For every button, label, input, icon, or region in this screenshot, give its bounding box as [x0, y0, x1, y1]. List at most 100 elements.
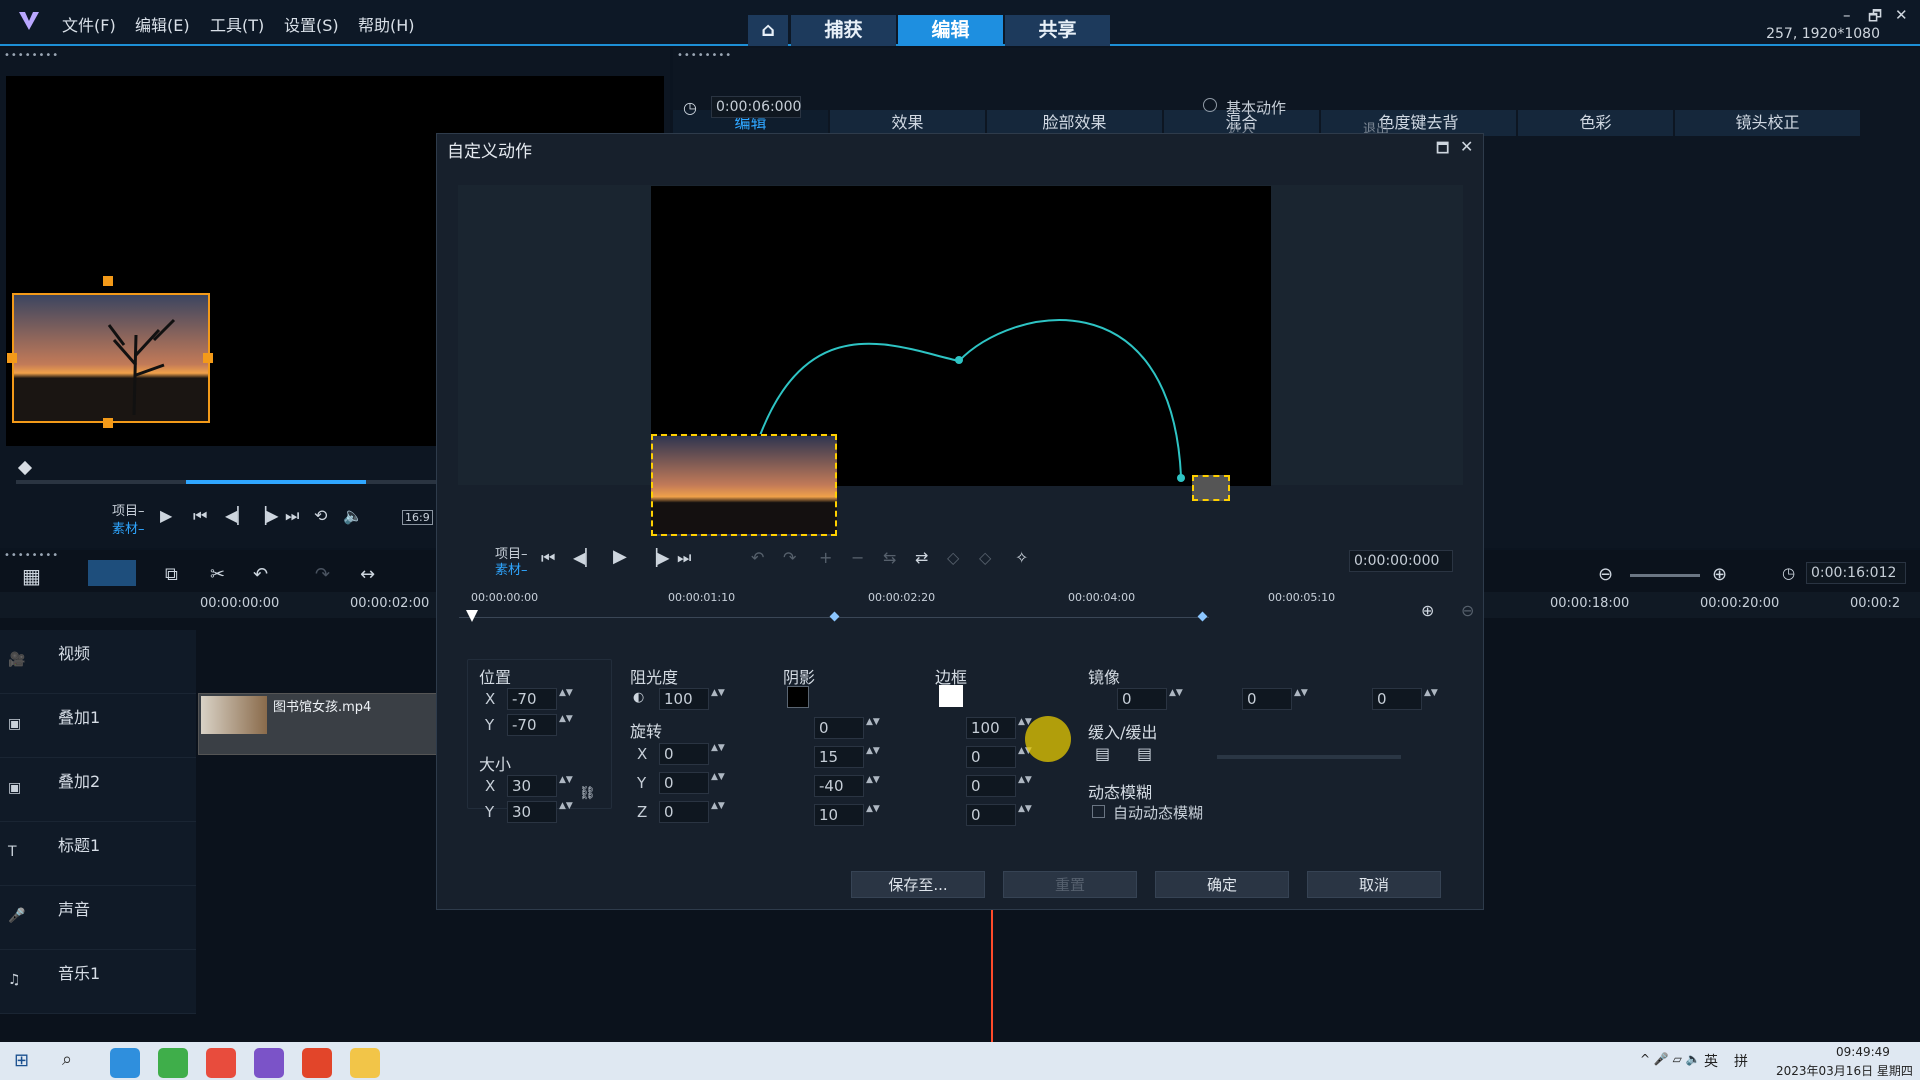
- spin-button[interactable]: ▲▼: [1424, 689, 1438, 709]
- clip-mode-label[interactable]: 素材–: [495, 559, 528, 578]
- spin-button[interactable]: ▲▼: [711, 744, 725, 764]
- videostudio-icon[interactable]: [254, 1048, 284, 1078]
- smooth-path-icon[interactable]: ✧: [1015, 548, 1028, 567]
- storyboard-view-icon[interactable]: ▦: [22, 564, 41, 588]
- spin-button[interactable]: ▲▼: [866, 747, 880, 767]
- duration-field[interactable]: 0:00:06:000: [711, 96, 801, 118]
- close-button[interactable]: ✕: [1895, 6, 1908, 24]
- tab-capture[interactable]: 捕获: [791, 15, 896, 46]
- track-header-overlay2[interactable]: ▣ 叠加2: [0, 758, 196, 822]
- mirror-fade-input[interactable]: 0: [1242, 688, 1292, 710]
- spin-button[interactable]: ▲▼: [1018, 776, 1032, 796]
- menu-edit[interactable]: 编辑(E): [135, 12, 190, 36]
- menu-settings[interactable]: 设置(S): [284, 12, 339, 36]
- close-icon[interactable]: ✕: [1460, 137, 1473, 156]
- prev-keyframe-icon[interactable]: ◇: [947, 548, 959, 567]
- size-y-input[interactable]: 30: [507, 801, 557, 823]
- volume-icon[interactable]: 🔈: [343, 506, 363, 525]
- basic-motion-radio[interactable]: [1203, 98, 1217, 112]
- rotation-x-input[interactable]: 0: [659, 743, 709, 765]
- aspect-ratio-button[interactable]: 16:9: [402, 510, 433, 525]
- panel-grip[interactable]: ••••••••: [677, 50, 732, 61]
- edge-icon[interactable]: [110, 1048, 140, 1078]
- tab-edit[interactable]: 编辑: [898, 15, 1003, 46]
- search-icon[interactable]: ⌕: [62, 1049, 72, 1070]
- go-end-icon[interactable]: ⏭: [677, 548, 691, 568]
- mirror-distance-input[interactable]: 0: [1372, 688, 1422, 710]
- app-icon[interactable]: [206, 1048, 236, 1078]
- prev-frame-icon[interactable]: ◀▏: [573, 548, 598, 567]
- redo-icon[interactable]: ↷: [783, 548, 796, 567]
- spin-button[interactable]: ▲▼: [559, 689, 573, 709]
- remove-keyframe-icon[interactable]: −: [851, 548, 864, 567]
- tab-share[interactable]: 共享: [1005, 15, 1110, 46]
- opacity-input[interactable]: 100: [659, 688, 709, 710]
- minimize-button[interactable]: –: [1843, 6, 1851, 24]
- menu-help[interactable]: 帮助(H): [358, 12, 415, 36]
- size-x-input[interactable]: 30: [507, 775, 557, 797]
- repeat-icon[interactable]: ⟲: [314, 506, 327, 525]
- ease-slider[interactable]: [1217, 755, 1401, 759]
- spin-button[interactable]: ▲▼: [866, 776, 880, 796]
- play-icon[interactable]: ▶: [160, 506, 172, 525]
- app-icon[interactable]: [302, 1048, 332, 1078]
- resize-handle[interactable]: [203, 353, 213, 363]
- maximize-icon[interactable]: 🗖: [1436, 138, 1449, 162]
- clip-mode-label[interactable]: 素材–: [112, 518, 145, 537]
- spin-button[interactable]: ▲▼: [711, 802, 725, 822]
- play-icon[interactable]: ▶: [613, 546, 627, 567]
- position-y-input[interactable]: -70: [507, 714, 557, 736]
- tools-icon[interactable]: ✂: [210, 564, 225, 585]
- panel-grip[interactable]: ••••••••: [4, 550, 59, 561]
- track-header-voice[interactable]: 🎤 声音: [0, 886, 196, 950]
- project-mode-label[interactable]: 项目–: [112, 500, 145, 519]
- panel-grip[interactable]: ••••••••: [4, 50, 59, 61]
- track-header-overlay1[interactable]: ▣ 叠加1: [0, 694, 196, 758]
- go-start-icon[interactable]: ⏮: [193, 506, 207, 526]
- auto-motion-blur-checkbox[interactable]: [1092, 805, 1105, 818]
- border-opacity-input[interactable]: 100: [966, 717, 1016, 739]
- language-indicator[interactable]: 英: [1704, 1051, 1718, 1071]
- keyframe-start-frame[interactable]: [651, 434, 837, 536]
- ok-button[interactable]: 确定: [1155, 871, 1289, 898]
- add-keyframe-icon[interactable]: +: [819, 548, 832, 567]
- marker-icon[interactable]: [17, 460, 33, 476]
- copy-icon[interactable]: ⧉: [165, 564, 178, 585]
- tray-icons[interactable]: ^ 🎤 ▱ 🔈: [1640, 1052, 1701, 1066]
- timeline-clip[interactable]: 图书馆女孩.mp4: [198, 693, 438, 755]
- motion-canvas[interactable]: [651, 186, 1271, 536]
- border-radius-input[interactable]: 0: [966, 804, 1016, 826]
- cancel-button[interactable]: 取消: [1307, 871, 1441, 898]
- next-frame-icon[interactable]: ▕▶: [254, 506, 279, 525]
- menu-file[interactable]: 文件(F): [62, 12, 116, 36]
- go-start-icon[interactable]: ⏮: [541, 548, 555, 568]
- resize-handle[interactable]: [103, 276, 113, 286]
- shadow-angle-input[interactable]: -40: [814, 775, 864, 797]
- playhead[interactable]: [991, 910, 993, 1042]
- zoom-in-icon[interactable]: ⊕: [1421, 601, 1434, 620]
- keyframe-marker[interactable]: [829, 611, 840, 622]
- app-icon[interactable]: [158, 1048, 188, 1078]
- border-color-swatch[interactable]: [939, 685, 963, 707]
- rotation-y-input[interactable]: 0: [659, 772, 709, 794]
- spin-button[interactable]: ▲▼: [866, 718, 880, 738]
- rotation-z-input[interactable]: 0: [659, 801, 709, 823]
- resize-handle[interactable]: [7, 353, 17, 363]
- dialog-timecode[interactable]: 0:00:00:000: [1349, 550, 1453, 572]
- redo-icon[interactable]: ↷: [315, 564, 330, 585]
- clock-time[interactable]: 09:49:49: [1836, 1045, 1890, 1059]
- timeline-view-button[interactable]: [88, 560, 136, 586]
- spin-button[interactable]: ▲▼: [711, 773, 725, 793]
- spin-button[interactable]: ▲▼: [559, 802, 573, 822]
- zoom-out-icon[interactable]: ⊖: [1461, 601, 1474, 620]
- keyframe-marker[interactable]: [466, 610, 478, 622]
- save-to-button[interactable]: 保存至...: [851, 871, 985, 898]
- border-blur-input[interactable]: 0: [966, 775, 1016, 797]
- track-header-video[interactable]: 🎥 视频: [0, 630, 196, 694]
- link-icon[interactable]: ⛓: [579, 786, 596, 801]
- spin-button[interactable]: ▲▼: [559, 776, 573, 796]
- spin-button[interactable]: ▲▼: [1294, 689, 1308, 709]
- reverse-keyframe-icon[interactable]: ⇆: [883, 548, 896, 567]
- home-button[interactable]: ⌂: [748, 15, 788, 46]
- preview-overlay-clip[interactable]: [12, 293, 210, 423]
